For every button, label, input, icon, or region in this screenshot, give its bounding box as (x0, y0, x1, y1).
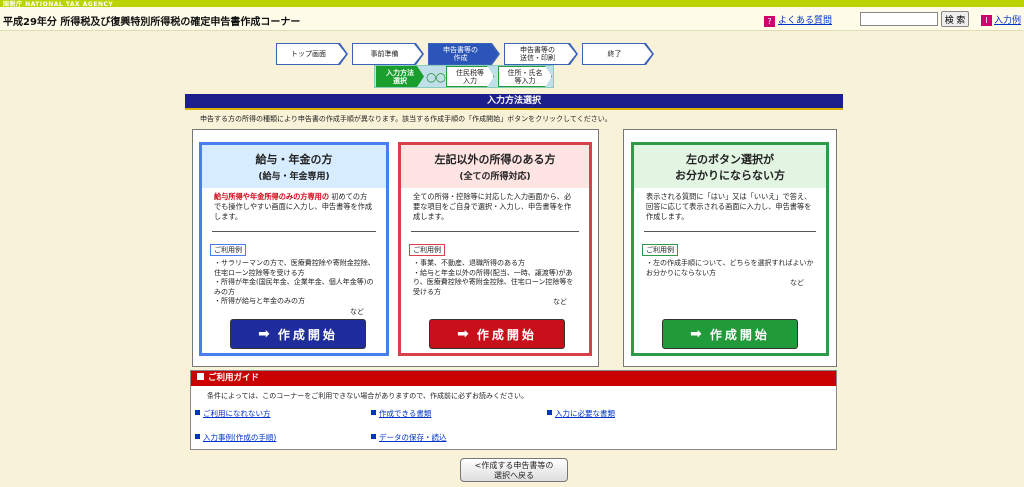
step-prep: 事前準備 (352, 43, 424, 65)
guide-link[interactable]: ご利用になれない方 (195, 408, 271, 419)
card-title: 左記以外の所得のある方 (434, 153, 556, 166)
usage-item: ・所得が給与と年金のみの方 (214, 297, 305, 305)
card-description: 表示される質問に「はい」又は「いいえ」で答え、回答に応じて表示される画面に入力し… (646, 192, 812, 221)
question-icon: ? (764, 16, 775, 27)
etc-text: など (350, 307, 364, 316)
usage-list: ・事業、不動産、退職所得のある方 ・給与と年金以外の所得(配当、一時、譲渡等)が… (401, 256, 589, 297)
arrow-right-icon: ➡ (690, 326, 702, 342)
start-button-label: 作成開始 (277, 327, 338, 342)
guide-header: ご利用ガイド (191, 371, 836, 386)
etc-text: など (790, 279, 804, 287)
usage-list: ・サラリーマンの方で、医療費控除や寄附金控除、住宅ローン控除等を受ける方 ・所得… (202, 256, 386, 307)
usage-label: ご利用例 (642, 244, 678, 256)
start-button-all[interactable]: ➡ 作成開始 (429, 319, 565, 349)
step-label: 申告書等の 作成 (429, 44, 498, 64)
etc-text: など (553, 298, 567, 306)
bullet-icon (547, 410, 552, 415)
card-desc-highlight: 給与所得や年金所得のみの方専用の (214, 192, 330, 201)
square-icon (197, 373, 204, 380)
step-end: 終了 (582, 43, 654, 65)
usage-guide: ご利用ガイド 条件によっては、このコーナーをご利用できない場合がありますので、作… (190, 370, 837, 450)
usage-item: ・サラリーマンの方で、医療費控除や寄附金控除、住宅ローン控除等を受ける方 (214, 259, 375, 277)
card-title: 左のボタン選択が (686, 152, 774, 166)
step-label: トップ画面 (277, 44, 346, 64)
arrow-right-icon: ➡ (457, 326, 469, 342)
bullet-icon (371, 410, 376, 415)
usage-label: ご利用例 (210, 244, 246, 256)
card-header: 給与・年金の方 (給与・年金専用) (202, 145, 386, 188)
help-link[interactable]: I 入力例 (981, 13, 1021, 26)
guide-link[interactable]: 作成できる書類 (371, 408, 431, 419)
faq-link[interactable]: ? よくある質問 (764, 13, 832, 27)
bullet-icon (371, 434, 376, 439)
substep-address: 住所・氏名 等入力 (498, 66, 552, 87)
card-subtitle: (全ての所得対応) (459, 172, 531, 182)
guide-link-label: 入力に必要な書類 (555, 409, 615, 418)
card-divider (411, 231, 579, 232)
help-label: 入力例 (994, 16, 1022, 26)
start-button-salary[interactable]: ➡ 作成開始 (230, 319, 366, 349)
usage-item: ・左の作成手順について、どちらを選択すればよいかお分かりにならない方 (646, 259, 814, 277)
guide-link[interactable]: 入力に必要な書類 (547, 408, 615, 419)
guide-link-label: ご利用になれない方 (203, 409, 271, 418)
search-input[interactable] (860, 12, 938, 26)
card-description: 給与所得や年金所得のみの方専用の 初めての方でも操作しやすい画面に入力し、申告書… (202, 188, 386, 226)
step-create: 申告書等の 作成 (428, 43, 500, 65)
usage-label: ご利用例 (409, 244, 445, 256)
usage-item: ・所得が年金(国民年金、企業年金、個人年金等)のみの方 (214, 278, 374, 296)
card-divider (212, 231, 376, 232)
usage-item: ・事業、不動産、退職所得のある方 (413, 259, 525, 267)
card-header: 左のボタン選択が お分かりにならない方 (634, 145, 826, 188)
card-divider (644, 231, 816, 232)
guide-link-label: 入力事例(作成の手順) (203, 433, 277, 442)
usage-list: ・左の作成手順について、どちらを選択すればよいかお分かりにならない方 (634, 256, 826, 278)
start-button-label: 作成開始 (709, 327, 770, 342)
back-button[interactable]: <作成する申告書等の 選択へ戻る (460, 458, 568, 482)
guide-link[interactable]: データの保存・読込 (371, 432, 447, 443)
bullet-icon (195, 410, 200, 415)
card-salary-pension: 給与・年金の方 (給与・年金専用) 給与所得や年金所得のみの方専用の 初めての方… (199, 142, 389, 356)
card-title: 給与・年金の方 (255, 153, 333, 166)
bullet-icon (195, 434, 200, 439)
page-title: 平成29年分 所得税及び復興特別所得税の確定申告書作成コーナー (3, 17, 301, 28)
input-example-icon: I (981, 15, 992, 26)
guide-link[interactable]: 入力事例(作成の手順) (195, 432, 276, 443)
search-button[interactable]: 検 索 (941, 11, 969, 27)
instruction-text: 申告する方の所得の種類により申告書の作成手順が異なります。該当する作成手順の「作… (200, 115, 612, 123)
substep-resident-tax: 住民税等 入力 (446, 66, 494, 87)
start-button-guided[interactable]: ➡ 作成開始 (662, 319, 798, 349)
section-title: 入力方法選択 (185, 94, 843, 108)
card-unsure: 左のボタン選択が お分かりにならない方 表示される質問に「はい」又は「いいえ」で… (631, 142, 829, 356)
card-header: 左記以外の所得のある方 (全ての所得対応) (401, 145, 589, 188)
header: 平成29年分 所得税及び復興特別所得税の確定申告書作成コーナー ? よくある質問 … (0, 7, 1024, 31)
card-all-income: 左記以外の所得のある方 (全ての所得対応) 全ての所得・控除等に対応した入力画面… (398, 142, 592, 356)
arrow-right-icon: ➡ (258, 326, 270, 342)
card-subtitle: お分かりにならない方 (675, 168, 785, 182)
start-button-label: 作成開始 (476, 327, 537, 342)
step-send: 申告書等の 送信・印刷 (504, 43, 578, 65)
step-top: トップ画面 (276, 43, 348, 65)
step-label: 事前準備 (353, 44, 422, 64)
card-description: 全ての所得・控除等に対応した入力画面から、必要な項目をご自身で選択・入力し、申告… (413, 192, 572, 221)
card-subtitle: (給与・年金専用) (258, 172, 330, 182)
agency-bar: 国税庁 NATIONAL TAX AGENCY (0, 0, 1024, 8)
usage-item: ・給与と年金以外の所得(配当、一時、譲渡等)があり、医療費控除や寄附金控除、住宅… (413, 268, 574, 296)
guide-note: 条件によっては、このコーナーをご利用できない場合がありますので、作成前に必ずお読… (207, 392, 529, 400)
progress-circles: ○○ (426, 70, 446, 84)
guide-link-label: データの保存・読込 (379, 433, 447, 442)
section-divider (185, 108, 843, 110)
faq-label: よくある質問 (778, 16, 833, 26)
substep-input-method: 入力方法 選択 (376, 66, 424, 87)
step-label: 終了 (583, 44, 652, 64)
step-label: 申告書等の 送信・印刷 (505, 44, 576, 64)
guide-link-label: 作成できる書類 (379, 409, 432, 418)
guide-title: ご利用ガイド (208, 373, 260, 383)
